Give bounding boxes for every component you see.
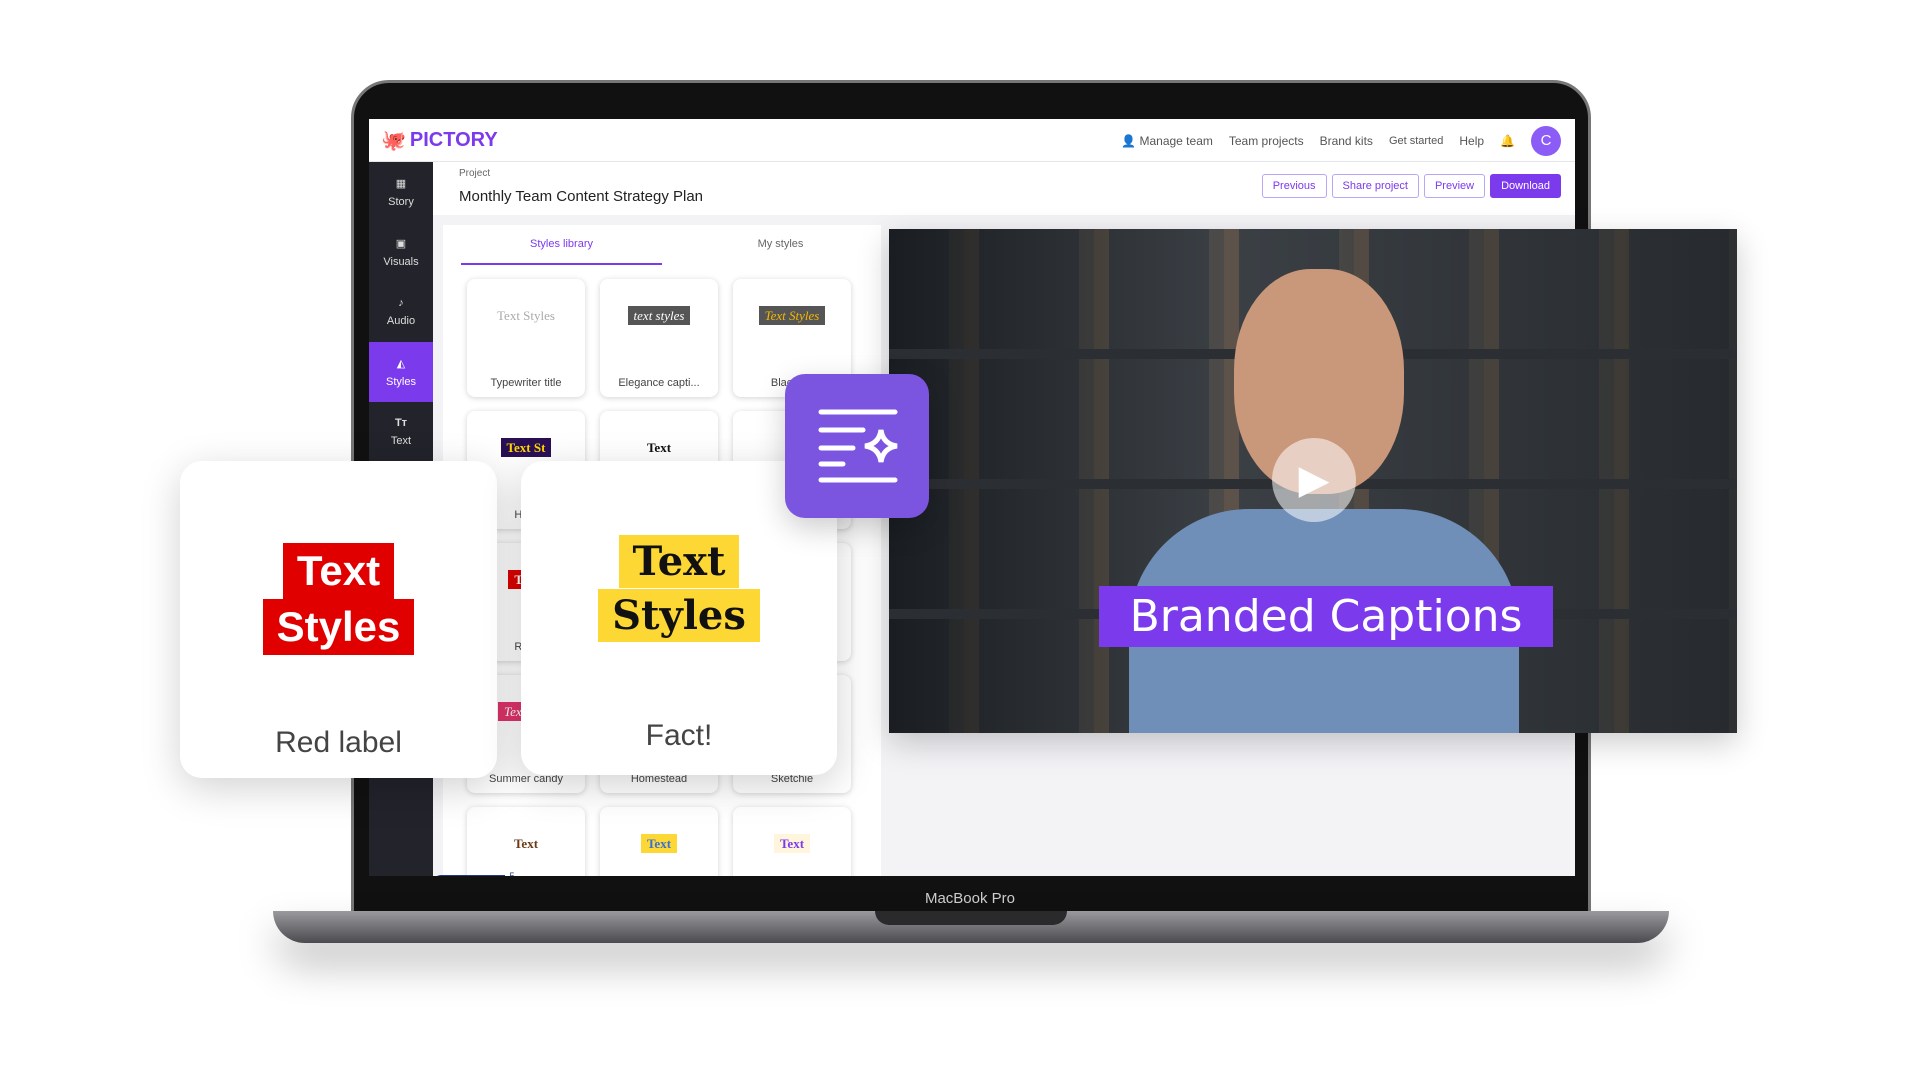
- style-preview: Text Styles: [733, 306, 851, 325]
- red-label-card[interactable]: Text Styles Red label: [180, 461, 497, 778]
- style-preview: Text St: [467, 438, 585, 457]
- style-preview: Text: [646, 440, 672, 455]
- sidebar-item-story[interactable]: ▦ Story: [369, 162, 433, 222]
- image-icon: ▣: [395, 237, 407, 250]
- style-preview: Text: [513, 836, 539, 851]
- ai-text-sparkle-icon: [785, 374, 929, 518]
- style-tile[interactable]: Text: [600, 807, 718, 876]
- branded-caption: Branded Captions: [1099, 586, 1553, 647]
- play-icon[interactable]: ▶: [1272, 438, 1356, 522]
- bell-icon[interactable]: 🔔: [1500, 134, 1515, 148]
- style-label: Elegance capti...: [618, 377, 700, 389]
- style-tile[interactable]: Text: [467, 807, 585, 876]
- notification-badge: 5: [505, 869, 519, 876]
- laptop-notch: [875, 911, 1067, 925]
- style-preview: Text Styles: [497, 308, 555, 323]
- sidebar-item-audio[interactable]: ♪ Audio: [369, 282, 433, 342]
- style-preview: Text: [600, 834, 718, 853]
- page-title: Monthly Team Content Strategy Plan: [459, 188, 704, 205]
- style-label: Typewriter title: [490, 377, 562, 389]
- video-preview[interactable]: ▶ Branded Captions: [889, 229, 1737, 733]
- text-icon: Tт: [394, 417, 408, 429]
- style-tile[interactable]: Text Styles Typewriter title: [467, 279, 585, 397]
- tab-my-styles[interactable]: My styles: [680, 225, 881, 265]
- nav-get-started[interactable]: Get started: [1389, 135, 1443, 147]
- card-label: Red label: [275, 726, 402, 759]
- nav-brand-kits[interactable]: Brand kits: [1320, 134, 1373, 148]
- style-tile[interactable]: Text: [733, 807, 851, 876]
- shapes-icon: ◭: [396, 357, 406, 370]
- tab-styles-library[interactable]: Styles library: [461, 225, 662, 265]
- sidebar-item-visuals[interactable]: ▣ Visuals: [369, 222, 433, 282]
- preview-button[interactable]: Preview: [1423, 174, 1486, 198]
- user-plus-icon: 👤: [1121, 133, 1140, 148]
- style-preview: text styles: [600, 306, 718, 325]
- share-project-button[interactable]: Share project: [1331, 174, 1419, 198]
- nav-team-projects[interactable]: Team projects: [1229, 134, 1304, 148]
- device-label: MacBook Pro: [924, 890, 1016, 907]
- breadcrumb: Project: [459, 168, 491, 179]
- previous-button[interactable]: Previous: [1261, 174, 1327, 198]
- avatar[interactable]: C: [1531, 125, 1561, 156]
- help-widget[interactable]: [433, 875, 513, 876]
- card-label: Fact!: [645, 719, 713, 752]
- grid-icon: ▦: [395, 177, 407, 190]
- download-button[interactable]: Download: [1490, 174, 1561, 198]
- style-tile[interactable]: text styles Elegance capti...: [600, 279, 718, 397]
- sidebar-item-styles[interactable]: ◭ Styles: [369, 342, 433, 402]
- style-preview: Text: [733, 834, 851, 853]
- sidebar-item-text[interactable]: Tт Text: [369, 402, 433, 462]
- logo[interactable]: 🐙 PICTORY: [381, 128, 498, 153]
- nav-manage-team[interactable]: 👤 Manage team: [1121, 134, 1213, 148]
- octopus-icon: 🐙: [381, 130, 406, 152]
- top-nav: 🐙 PICTORY 👤 Manage team Team projects Bra…: [369, 119, 1575, 162]
- music-icon: ♪: [398, 297, 404, 309]
- nav-help[interactable]: Help: [1459, 134, 1484, 148]
- project-header: Project Monthly Team Content Strategy Pl…: [433, 162, 1575, 215]
